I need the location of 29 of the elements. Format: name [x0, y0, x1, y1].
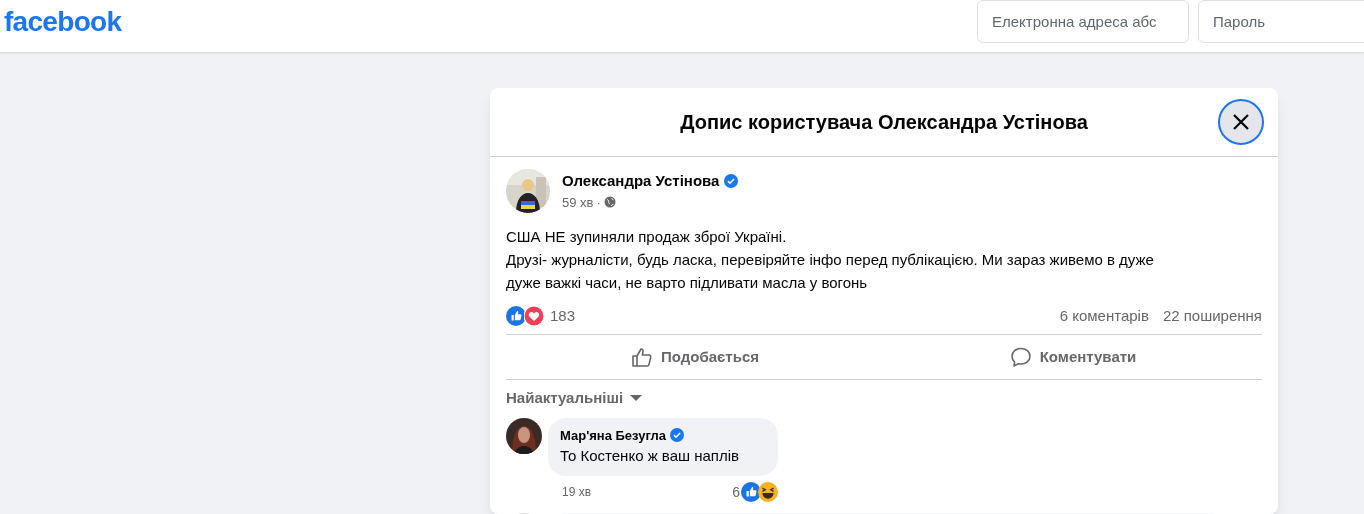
comment-text: То Костенко ж ваш наплів	[560, 446, 740, 466]
commenter-name[interactable]: Мар'яна Безугла	[560, 425, 667, 445]
like-reaction-icon	[506, 306, 526, 326]
reaction-count[interactable]: 183	[550, 304, 576, 328]
separator-dot: ·	[596, 193, 601, 212]
heart-reaction-icon	[524, 306, 544, 326]
post-text: США НЕ зупиняли продаж зброї Україні.	[506, 227, 788, 247]
laughing-emoji-icon	[758, 482, 778, 502]
thumbs-up-icon	[631, 346, 653, 368]
comment-reaction-count[interactable]: 6	[732, 481, 740, 503]
facebook-logo[interactable]: facebook	[4, 8, 122, 36]
globe-icon	[603, 196, 616, 209]
comment-sort-dropdown[interactable]: Найактуальніші	[506, 387, 644, 410]
password-field[interactable]: Пароль	[1198, 0, 1364, 43]
comment-button[interactable]: Коментувати	[884, 338, 1262, 376]
close-button[interactable]	[1218, 99, 1264, 145]
post-time[interactable]: 59 хв	[562, 192, 594, 212]
author-name[interactable]: Олександра Устінова	[562, 170, 720, 193]
comment-icon	[1009, 346, 1032, 368]
caret-icon	[629, 394, 644, 403]
comment-count[interactable]: 6 коментарів	[1059, 304, 1149, 328]
like-button[interactable]: Подобається	[506, 338, 884, 376]
email-field[interactable]: Електронна адреса абс	[977, 0, 1189, 43]
like-reaction-icon	[741, 482, 761, 502]
post-text: Друзі- журналісти, будь ласка, перевіряйте інфо перед публікацією. Ми зараз живемо в дуже дуже важкі часи, не варто підливати масла у вогонь	[506, 250, 1155, 293]
dialog-title: Допис користувача Олександра Устінова	[680, 110, 1088, 135]
close-icon	[1231, 112, 1251, 132]
comment-time[interactable]: 19 хв	[562, 483, 592, 501]
share-count[interactable]: 22 поширення	[1162, 304, 1262, 328]
